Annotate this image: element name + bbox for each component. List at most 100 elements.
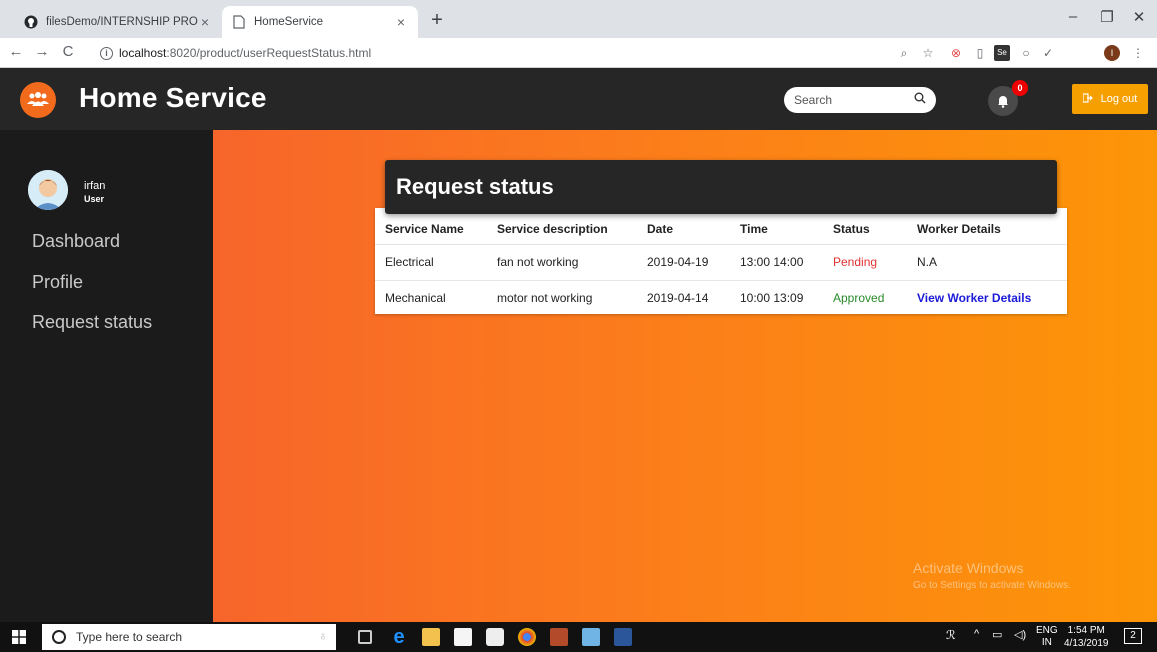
file-explorer-icon[interactable]	[422, 628, 440, 646]
microphone-icon[interactable]: ♁	[314, 628, 332, 646]
main-content: Service Name Service description Date Ti…	[213, 130, 1157, 622]
back-icon[interactable]: ←	[6, 43, 26, 60]
time-cell: 10:00 13:09	[740, 291, 804, 306]
close-window-icon[interactable]: ✕	[1122, 8, 1156, 26]
language-code: ENG	[1036, 625, 1058, 636]
tab-title: filesDemo/INTERNSHIP PROJECT	[46, 16, 198, 28]
brand-title: Home Service	[79, 82, 267, 113]
browser-tab-github[interactable]: filesDemo/INTERNSHIP PROJECT ×	[14, 6, 222, 38]
cortana-icon	[52, 630, 66, 644]
forward-icon[interactable]: →	[32, 43, 52, 60]
screen: filesDemo/INTERNSHIP PROJECT × HomeServi…	[0, 0, 1157, 652]
volume-icon[interactable]: ◁)	[1014, 628, 1026, 641]
worker-details-cell: N.A	[907, 244, 1067, 281]
app-header: Home Service 0 Log out	[0, 68, 1157, 130]
people-icon[interactable]: ℛ	[946, 628, 956, 642]
action-center-icon[interactable]: 2	[1124, 628, 1142, 644]
column-header: Worker Details	[907, 214, 1067, 245]
service-name-cell: Mechanical	[385, 291, 446, 306]
browser-tab-strip: filesDemo/INTERNSHIP PROJECT × HomeServi…	[0, 0, 1157, 38]
service-description-cell: fan not working	[487, 244, 637, 281]
taskbar-clock[interactable]: 1:54 PM 4/13/2019	[1064, 624, 1109, 650]
photos-icon[interactable]	[582, 628, 600, 646]
new-tab-button[interactable]: +	[426, 10, 448, 32]
search-icon[interactable]	[914, 91, 926, 109]
sidebar-item-request-status[interactable]: Request status	[32, 312, 152, 333]
column-header: Service Name	[375, 214, 487, 245]
windows-taskbar: Type here to search ♁ e ℛ ^ ▭ ◁) ENG IN …	[0, 622, 1157, 652]
clock-date: 4/13/2019	[1064, 638, 1109, 649]
table-row: Electrical fan not working 2019-04-19 13…	[375, 244, 1067, 281]
search-input[interactable]	[794, 93, 914, 107]
tray-chevron-icon[interactable]: ^	[974, 628, 979, 640]
word-icon[interactable]	[614, 628, 632, 646]
extension-icon[interactable]: Se	[994, 45, 1010, 61]
reload-icon[interactable]: C	[58, 43, 78, 60]
sidebar-item-profile[interactable]: Profile	[32, 272, 83, 293]
browser-tab-homeservice[interactable]: HomeService ×	[222, 6, 418, 38]
bookmark-star-icon[interactable]: ☆	[920, 45, 936, 61]
search-box[interactable]	[784, 87, 936, 113]
clock-time: 1:54 PM	[1067, 625, 1105, 636]
request-status-title-bar: Request status	[385, 160, 1057, 214]
task-view-icon[interactable]	[358, 630, 372, 644]
column-header: Time	[730, 214, 823, 245]
app-icon[interactable]	[550, 628, 568, 646]
time-cell: 13:00 14:00	[730, 244, 823, 281]
extension-icon[interactable]: ○	[1018, 45, 1034, 61]
store-icon[interactable]	[454, 628, 472, 646]
github-icon	[24, 15, 38, 29]
extension-icon[interactable]: ▯	[972, 45, 988, 61]
logout-icon	[1082, 92, 1093, 106]
extension-icon[interactable]: ⊗	[948, 45, 964, 61]
date-cell: 2019-04-19	[637, 244, 730, 281]
page-title: Request status	[396, 174, 554, 199]
taskbar-search-placeholder: Type here to search	[76, 630, 183, 644]
restore-icon[interactable]: ❐	[1090, 8, 1124, 26]
user-role: User	[84, 194, 105, 204]
action-center-count: 2	[1130, 630, 1136, 641]
sidebar-item-dashboard[interactable]: Dashboard	[32, 231, 120, 252]
notification-badge: 0	[1012, 80, 1028, 96]
status-cell: Pending	[823, 244, 907, 281]
close-tab-icon[interactable]: ×	[394, 14, 408, 30]
watermark-line: Activate Windows	[913, 560, 1024, 576]
language-indicator[interactable]: ENG IN	[1036, 625, 1058, 649]
windows-start-icon[interactable]	[12, 630, 26, 644]
battery-icon[interactable]: ▭	[992, 628, 1002, 641]
info-icon[interactable]: i	[100, 46, 113, 60]
column-header: Date	[637, 214, 730, 245]
table-row: Mechanical motor not working 2019-04-14 …	[375, 280, 1067, 316]
taskbar-search-box[interactable]: Type here to search	[42, 624, 336, 650]
column-header: Status	[823, 214, 907, 245]
close-tab-icon[interactable]: ×	[198, 14, 212, 30]
mail-icon[interactable]	[486, 628, 504, 646]
service-name-cell: Electrical	[375, 244, 487, 281]
zoom-icon[interactable]: ⌕	[896, 45, 912, 61]
request-table: Service Name Service description Date Ti…	[375, 214, 1067, 316]
menu-kebab-icon[interactable]: ⋮	[1130, 45, 1146, 61]
logout-button[interactable]: Log out	[1072, 84, 1148, 114]
avatar	[28, 170, 68, 210]
extension-icon[interactable]: ✓	[1040, 45, 1056, 61]
profile-avatar-icon[interactable]: I	[1104, 45, 1120, 61]
chrome-icon[interactable]	[518, 628, 536, 646]
view-worker-details-link[interactable]: View Worker Details	[907, 280, 1067, 316]
status-cell: Approved	[833, 291, 885, 306]
region-code: IN	[1041, 637, 1052, 648]
service-description-cell: motor not working	[497, 291, 593, 306]
minimize-icon[interactable]: –	[1056, 8, 1090, 25]
edge-icon[interactable]: e	[390, 627, 408, 647]
sidebar: irfan User Dashboard Profile Request sta…	[0, 130, 213, 622]
address-bar[interactable]: i localhost:8020/product/userRequestStat…	[100, 43, 371, 63]
tab-title: HomeService	[254, 16, 324, 28]
url-host: localhost	[119, 46, 167, 60]
url-path: :8020/product/userRequestStatus.html	[166, 46, 372, 60]
watermark-line: Go to Settings to activate Windows.	[913, 580, 1071, 591]
page-icon	[232, 15, 246, 29]
date-cell: 2019-04-14	[647, 291, 709, 306]
table-header-row: Service Name Service description Date Ti…	[375, 214, 1067, 245]
column-header: Service description	[487, 214, 637, 245]
user-name: irfan	[84, 180, 106, 192]
activate-windows-watermark: Activate Windows Go to Settings to activ…	[913, 560, 1071, 591]
